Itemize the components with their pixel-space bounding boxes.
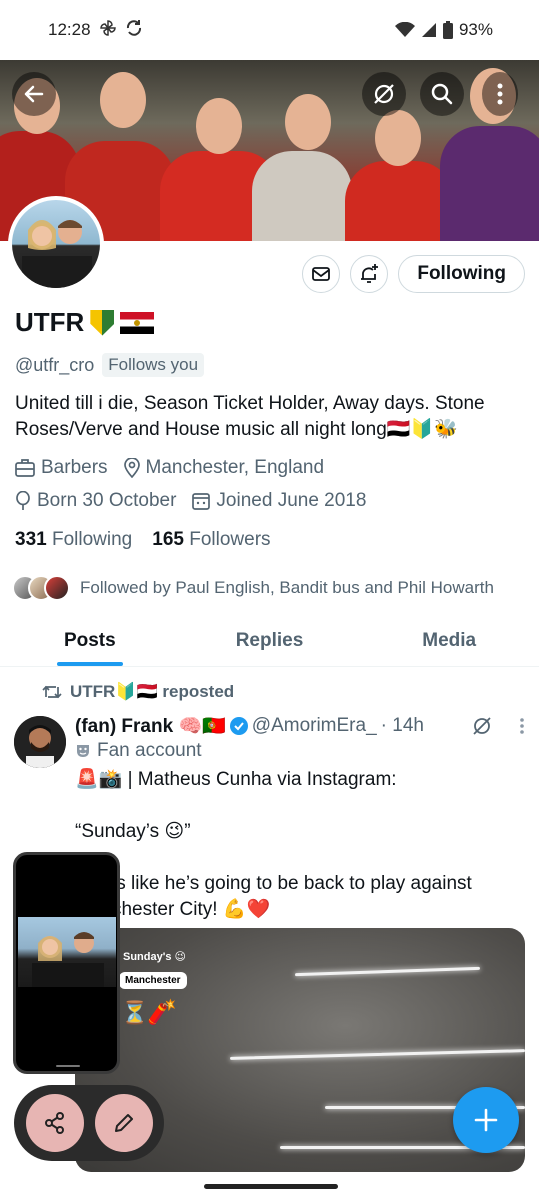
share-icon [44,1112,64,1134]
share-button[interactable] [25,1094,84,1152]
home-indicator[interactable] [204,1184,338,1189]
sync-icon [125,19,143,42]
media-caption: Sunday's 😉 [123,951,186,963]
tweet-more-icon[interactable] [519,717,525,735]
repost-label: UTFR🔰🇾🇪 reposted [70,682,235,701]
media-location-tag: Manchester [119,972,187,989]
tweet-time: · 14h [380,715,424,736]
notifications-button[interactable] [350,255,389,293]
tweet-author-name[interactable]: (fan) Frank 🧠🇵🇹 [75,714,226,738]
repost-indicator: UTFR🔰🇾🇪 reposted [42,682,234,702]
tab-media[interactable]: Media [359,615,539,666]
tab-replies[interactable]: Replies [180,615,360,666]
tweet-text: 🚨📸 | Matheus Cunha via Instagram: “Sunda… [75,769,472,920]
back-button[interactable] [12,72,56,116]
avatar-photo [14,716,66,768]
profile-birthday: Born 30 October [37,490,177,511]
pencil-icon [114,1114,133,1132]
profile-joined: Joined June 2018 [216,490,367,511]
tweet-author-handle: @AmorimEra_ [251,715,377,736]
flag-emoji-icon [120,311,155,334]
profile-occupation: Barbers [41,457,108,478]
grok-button[interactable] [362,72,406,116]
avatar-photo [22,220,92,288]
plus-icon [474,1108,498,1132]
message-button[interactable] [302,255,341,293]
arrow-left-icon [24,85,44,103]
followers-stat[interactable]: 165 Followers [152,529,270,551]
more-options-button[interactable] [482,72,518,116]
follows-you-badge: Follows you [102,353,205,377]
profile-tabs: Posts Replies Media [0,615,539,667]
floating-action-bar [14,1085,164,1161]
profile-avatar[interactable] [8,196,104,292]
profile-location: Manchester, England [145,457,325,478]
repost-icon [42,685,62,699]
followed-by-text: Followed by Paul English, Bandit bus and… [80,578,494,597]
battery-icon [442,21,453,39]
masks-icon [77,745,89,757]
verified-badge-icon [229,717,248,735]
tweet-author-avatar[interactable] [14,716,66,768]
status-bar: 12:28 93% [0,0,539,60]
grok-icon [374,84,394,104]
search-button[interactable] [420,72,464,116]
briefcase-icon [15,459,35,477]
balloon-icon [16,491,30,510]
signal-icon [421,22,437,38]
followed-by-row[interactable]: Followed by Paul English, Bandit bus and… [12,575,494,601]
fan-account-label: Fan account [75,740,202,762]
pip-handle[interactable] [56,1065,80,1067]
compose-button[interactable] [453,1087,519,1153]
hourglass-icon: ⏳ [121,1000,149,1025]
picture-in-picture-window[interactable] [13,852,120,1074]
pip-video-frame [18,917,116,987]
bell-plus-icon [361,264,379,283]
status-time: 12:28 [48,20,91,39]
pinwheel-icon [99,19,117,42]
kebab-menu-icon [497,83,503,105]
grok-icon[interactable] [471,715,493,737]
location-pin-icon [123,458,140,478]
wifi-icon [394,22,415,38]
edit-button[interactable] [94,1094,153,1152]
profile-name-row: UTFR [15,307,155,338]
calendar-icon [192,493,211,510]
profile-bio: United till i die, Season Ticket Holder,… [15,393,485,440]
search-icon [431,83,453,105]
envelope-icon [312,267,331,281]
following-button[interactable]: Following [398,255,525,293]
mutual-avatar [44,575,70,601]
profile-name: UTFR [15,307,85,337]
following-stat[interactable]: 331 Following [15,529,132,551]
profile-handle: @utfr_cro [15,354,95,375]
shield-emoji-icon [90,309,115,336]
battery-percent: 93% [458,20,493,39]
tweet-header: (fan) Frank 🧠🇵🇹 @AmorimEra_ · 14h [75,714,525,738]
tab-posts[interactable]: Posts [0,615,180,666]
firecracker-icon: 🧨 [147,999,177,1026]
